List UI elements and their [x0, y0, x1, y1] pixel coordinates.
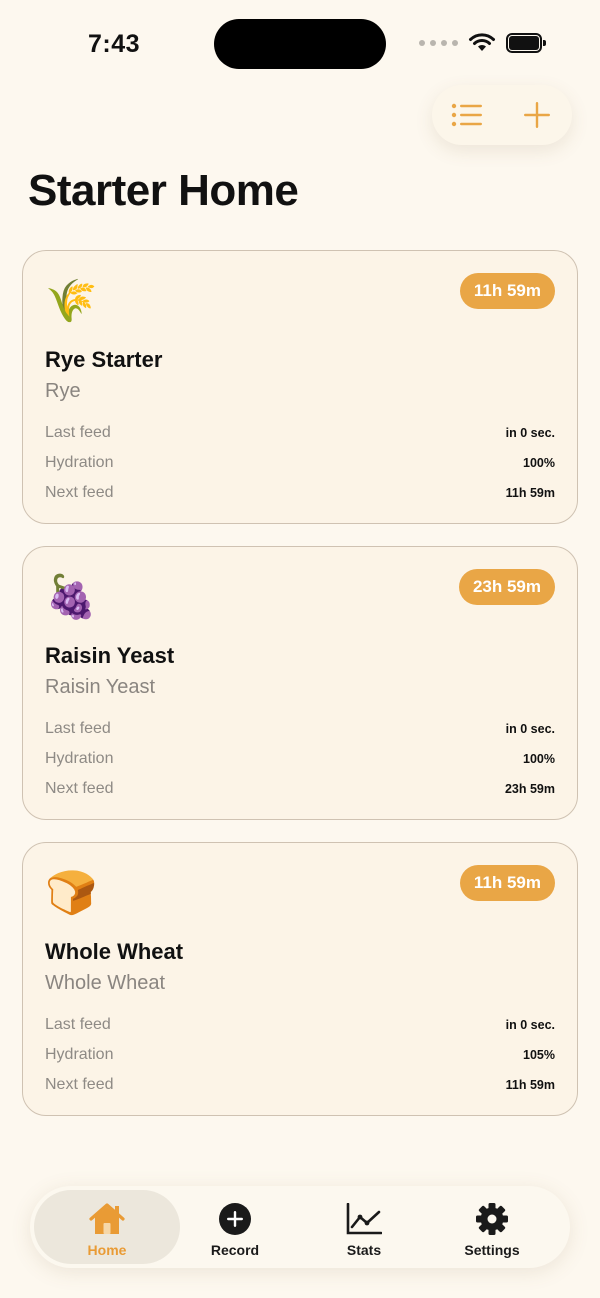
hydration-row: Hydration 100%	[45, 748, 555, 770]
status-time: 7:43	[88, 30, 141, 58]
gear-icon	[476, 1203, 508, 1235]
battery-icon	[506, 33, 546, 53]
tab-label: Stats	[346, 1242, 382, 1258]
house-icon	[89, 1203, 125, 1234]
top-action-pill	[432, 85, 572, 145]
hydration-value: 100%	[523, 752, 555, 766]
last-feed-row: Last feed in 0 sec.	[45, 422, 555, 444]
starter-card[interactable]: 🍇 23h 59m Raisin Yeast Raisin Yeast Last…	[22, 546, 578, 820]
starter-type: Whole Wheat	[45, 972, 166, 994]
next-feed-value: 11h 59m	[505, 1078, 555, 1092]
plus-icon	[524, 102, 550, 128]
tab-record[interactable]: Record	[162, 1190, 308, 1264]
last-feed-label: Last feed	[45, 720, 111, 737]
starter-type: Rye	[45, 380, 81, 402]
starter-card[interactable]: 🌾 11h 59m Rye Starter Rye Last feed in 0…	[22, 250, 578, 524]
last-feed-label: Last feed	[45, 1016, 111, 1033]
next-feed-row: Next feed 11h 59m	[45, 482, 555, 504]
hydration-value: 100%	[523, 456, 555, 470]
starter-name: Raisin Yeast	[45, 643, 175, 668]
chart-icon	[346, 1203, 382, 1235]
last-feed-label: Last feed	[45, 424, 111, 441]
next-feed-value: 23h 59m	[504, 782, 555, 796]
wifi-icon	[469, 33, 495, 51]
last-feed-value: in 0 sec.	[505, 722, 555, 736]
next-feed-label: Next feed	[45, 780, 114, 797]
last-feed-row: Last feed in 0 sec.	[45, 1014, 555, 1036]
tab-bar: Home Record Stats Settings	[30, 1186, 570, 1268]
hydration-label: Hydration	[45, 1046, 114, 1063]
last-feed-value: in 0 sec.	[505, 426, 555, 440]
page-title: Starter Home	[28, 166, 299, 215]
hydration-row: Hydration 105%	[45, 1044, 555, 1066]
starter-name: Whole Wheat	[45, 939, 184, 964]
hydration-label: Hydration	[45, 454, 114, 471]
tab-label: Record	[210, 1242, 260, 1258]
tab-label: Home	[87, 1242, 127, 1258]
last-feed-row: Last feed in 0 sec.	[45, 718, 555, 740]
plus-circle-icon	[219, 1203, 251, 1235]
countdown-badge: 11h 59m	[459, 865, 555, 901]
next-feed-value: 11h 59m	[505, 486, 555, 500]
dynamic-island	[214, 19, 386, 69]
hydration-value: 105%	[523, 1048, 555, 1062]
hydration-label: Hydration	[45, 750, 114, 767]
next-feed-row: Next feed 11h 59m	[45, 1074, 555, 1096]
countdown-badge: 23h 59m	[458, 569, 555, 605]
next-feed-label: Next feed	[45, 484, 114, 501]
status-bar: 7:43	[0, 0, 600, 90]
starter-card[interactable]: 🍞 11h 59m Whole Wheat Whole Wheat Last f…	[22, 842, 578, 1116]
bread-icon: 🍞	[45, 868, 98, 917]
tab-settings[interactable]: Settings	[419, 1190, 565, 1264]
tab-label: Settings	[464, 1242, 520, 1258]
next-feed-label: Next feed	[45, 1076, 114, 1093]
tab-stats[interactable]: Stats	[291, 1190, 437, 1264]
starter-type: Raisin Yeast	[45, 676, 156, 698]
countdown-badge: 11h 59m	[459, 273, 555, 309]
list-icon	[451, 103, 482, 127]
grapes-icon: 🍇	[45, 572, 98, 621]
tab-home[interactable]: Home	[34, 1190, 180, 1264]
list-button[interactable]	[437, 85, 497, 145]
cellular-signal-icon	[419, 40, 458, 46]
hydration-row: Hydration 100%	[45, 452, 555, 474]
add-button[interactable]	[507, 85, 567, 145]
status-icons	[419, 33, 546, 53]
next-feed-row: Next feed 23h 59m	[45, 778, 555, 800]
last-feed-value: in 0 sec.	[505, 1018, 555, 1032]
rice-plant-icon: 🌾	[45, 276, 98, 325]
starter-name: Rye Starter	[45, 347, 163, 372]
